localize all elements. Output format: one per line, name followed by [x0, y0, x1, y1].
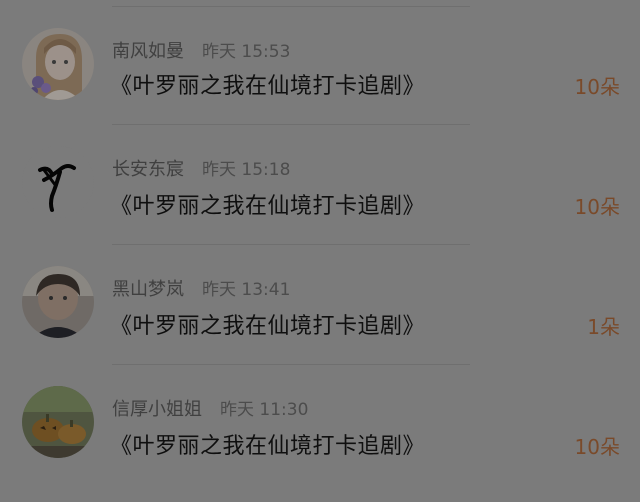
- item-meta: 信厚小姐姐 昨天 11:30: [112, 395, 308, 421]
- user-name[interactable]: 信厚小姐姐: [112, 399, 202, 420]
- list-item[interactable]: 长安东宸 昨天 15:18 《叶罗丽之我在仙境打卡追剧》 10朵: [0, 120, 640, 245]
- flower-count: 10朵: [574, 435, 620, 459]
- item-title[interactable]: 《叶罗丽之我在仙境打卡追剧》: [110, 188, 425, 220]
- item-title[interactable]: 《叶罗丽之我在仙境打卡追剧》: [110, 68, 425, 100]
- anime-girl-flowers-icon: [22, 28, 94, 100]
- child-photo-icon: [22, 266, 94, 338]
- timestamp: 昨天 15:53: [202, 42, 291, 62]
- list-item[interactable]: 南风如曼 昨天 15:53 《叶罗丽之我在仙境打卡追剧》 10朵: [0, 0, 640, 125]
- list-item[interactable]: 黑山梦岚 昨天 13:41 《叶罗丽之我在仙境打卡追剧》 1朵: [0, 240, 640, 365]
- flower-count: 10朵: [574, 195, 620, 219]
- pumpkin-photo-icon: [22, 386, 94, 458]
- avatar[interactable]: [22, 266, 94, 338]
- gift-record-list: 南风如曼 昨天 15:53 《叶罗丽之我在仙境打卡追剧》 10朵 长安东宸 昨天 1…: [0, 0, 640, 502]
- item-meta: 黑山梦岚 昨天 13:41: [112, 275, 290, 301]
- avatar[interactable]: [22, 28, 94, 100]
- timestamp: 昨天 13:41: [202, 280, 291, 300]
- user-name[interactable]: 南风如曼: [112, 41, 184, 62]
- avatar[interactable]: [22, 146, 94, 218]
- list-item[interactable]: 信厚小姐姐 昨天 11:30 《叶罗丽之我在仙境打卡追剧》 10朵: [0, 360, 640, 480]
- ink-figure-icon: [22, 146, 94, 218]
- flower-count: 1朵: [587, 315, 620, 339]
- avatar[interactable]: [22, 386, 94, 458]
- timestamp: 昨天 11:30: [220, 400, 309, 420]
- item-title[interactable]: 《叶罗丽之我在仙境打卡追剧》: [110, 308, 425, 340]
- item-meta: 南风如曼 昨天 15:53: [112, 37, 290, 63]
- user-name[interactable]: 长安东宸: [112, 159, 184, 180]
- user-name[interactable]: 黑山梦岚: [112, 279, 184, 300]
- item-meta: 长安东宸 昨天 15:18: [112, 155, 290, 181]
- flower-count: 10朵: [574, 75, 620, 99]
- timestamp: 昨天 15:18: [202, 160, 291, 180]
- item-title[interactable]: 《叶罗丽之我在仙境打卡追剧》: [110, 428, 425, 460]
